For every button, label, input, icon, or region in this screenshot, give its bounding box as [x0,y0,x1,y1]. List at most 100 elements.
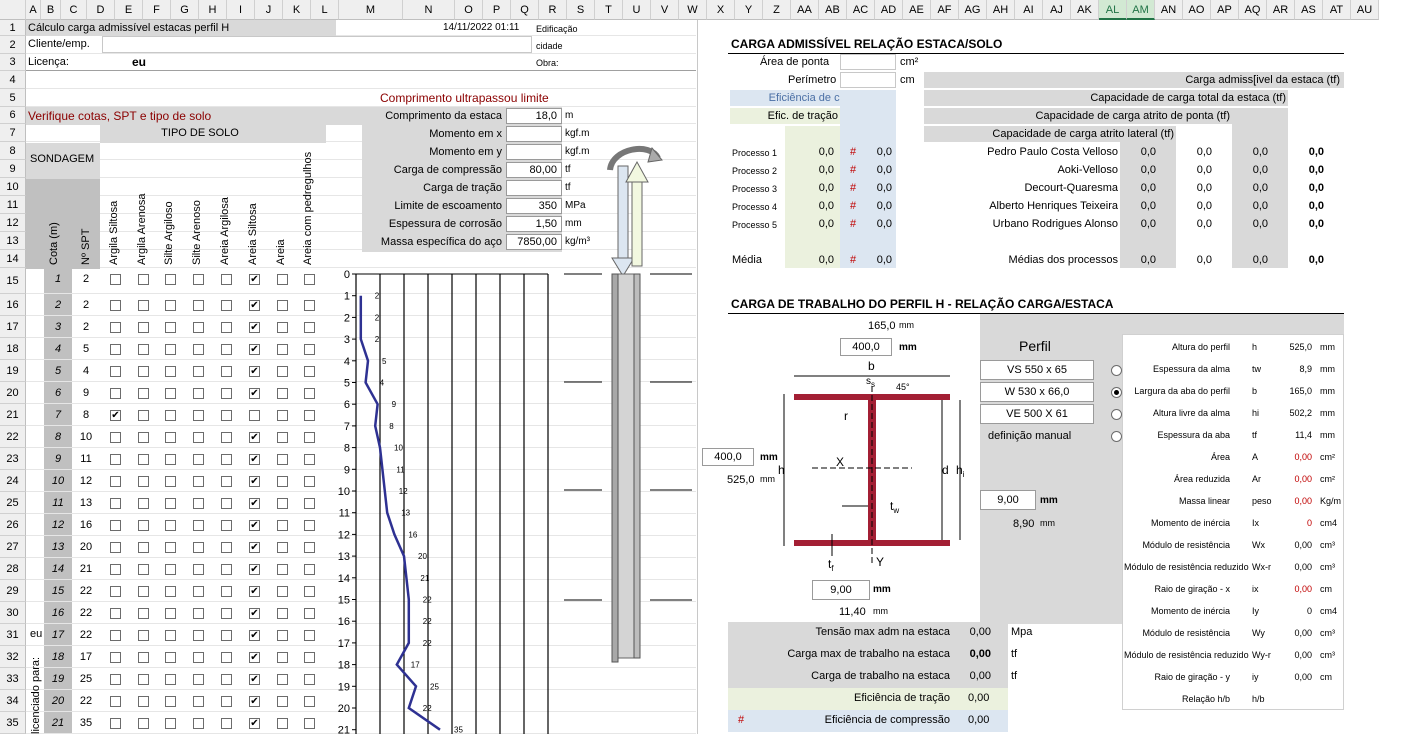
soil-checkbox[interactable] [193,608,204,619]
column-header-k[interactable]: K [283,0,311,20]
soil-checkbox[interactable] [277,674,288,685]
soil-checkbox[interactable] [221,300,232,311]
column-header-ao[interactable]: AO [1183,0,1211,20]
row-header-20[interactable]: 20 [0,382,26,404]
column-header-y[interactable]: Y [735,0,763,20]
soil-checkbox[interactable] [304,476,315,487]
soil-checkbox[interactable] [277,366,288,377]
soil-checkbox[interactable] [304,366,315,377]
soil-checkbox[interactable] [221,542,232,553]
row-header-25[interactable]: 25 [0,492,26,514]
soil-checkbox[interactable]: ✔ [249,608,260,619]
soil-checkbox[interactable] [165,520,176,531]
column-header-n[interactable]: N [403,0,455,20]
soil-checkbox[interactable] [110,366,121,377]
column-header-as[interactable]: AS [1295,0,1323,20]
soil-checkbox[interactable] [193,388,204,399]
soil-checkbox[interactable]: ✔ [249,344,260,355]
column-header-z[interactable]: Z [763,0,791,20]
column-header-l[interactable]: L [311,0,339,20]
column-header-ah[interactable]: AH [987,0,1015,20]
row-header-7[interactable]: 7 [0,124,26,142]
soil-checkbox[interactable] [193,344,204,355]
perfil-radio[interactable] [1111,409,1122,420]
row-header-18[interactable]: 18 [0,338,26,360]
soil-checkbox[interactable] [193,476,204,487]
soil-checkbox[interactable] [138,344,149,355]
tf-input[interactable]: 9,00 [812,580,870,600]
soil-checkbox[interactable] [277,564,288,575]
soil-checkbox[interactable]: ✔ [249,322,260,333]
soil-checkbox[interactable] [277,410,288,421]
column-header-c[interactable]: C [61,0,87,20]
soil-checkbox[interactable] [110,674,121,685]
soil-checkbox[interactable] [138,366,149,377]
soil-checkbox[interactable] [304,564,315,575]
soil-checkbox[interactable] [110,564,121,575]
row-header-11[interactable]: 11 [0,196,26,214]
row-header-35[interactable]: 35 [0,712,26,734]
soil-checkbox[interactable]: ✔ [249,586,260,597]
row-header-14[interactable]: 14 [0,250,26,268]
soil-checkbox[interactable] [304,586,315,597]
soil-checkbox[interactable] [221,322,232,333]
perfil-option[interactable]: W 530 x 66,0 [980,382,1094,402]
soil-checkbox[interactable] [165,344,176,355]
soil-checkbox[interactable]: ✔ [249,274,260,285]
soil-checkbox[interactable]: ✔ [249,300,260,311]
soil-checkbox[interactable] [304,498,315,509]
column-header-au[interactable]: AU [1351,0,1379,20]
soil-checkbox[interactable] [304,344,315,355]
soil-checkbox[interactable]: ✔ [249,652,260,663]
soil-checkbox[interactable] [304,410,315,421]
soil-checkbox[interactable]: ✔ [249,696,260,707]
row-header-24[interactable]: 24 [0,470,26,492]
soil-checkbox[interactable] [277,322,288,333]
soil-checkbox[interactable] [193,432,204,443]
param-input[interactable] [506,126,562,142]
soil-checkbox[interactable] [138,542,149,553]
row-header-13[interactable]: 13 [0,232,26,250]
column-header-o[interactable]: O [455,0,483,20]
param-input[interactable]: 1,50 [506,216,562,232]
soil-checkbox[interactable] [193,674,204,685]
soil-checkbox[interactable] [221,476,232,487]
soil-checkbox[interactable]: ✔ [249,498,260,509]
param-input[interactable]: 350 [506,198,562,214]
column-header-r[interactable]: R [539,0,567,20]
soil-checkbox[interactable] [193,718,204,729]
param-input[interactable]: 80,00 [506,162,562,178]
column-header-i[interactable]: I [227,0,255,20]
soil-checkbox[interactable]: ✔ [249,630,260,641]
column-header-ae[interactable]: AE [903,0,931,20]
row-header-30[interactable]: 30 [0,602,26,624]
soil-checkbox[interactable] [138,586,149,597]
column-header-ac[interactable]: AC [847,0,875,20]
soil-checkbox[interactable] [110,388,121,399]
soil-checkbox[interactable] [304,432,315,443]
soil-checkbox[interactable] [193,410,204,421]
row-header-12[interactable]: 12 [0,214,26,232]
row-header-22[interactable]: 22 [0,426,26,448]
soil-checkbox[interactable] [304,274,315,285]
tw-input[interactable]: 9,00 [980,490,1036,510]
soil-checkbox[interactable] [221,432,232,443]
soil-checkbox[interactable] [193,274,204,285]
soil-checkbox[interactable] [165,630,176,641]
column-header-ar[interactable]: AR [1267,0,1295,20]
soil-checkbox[interactable] [193,542,204,553]
soil-checkbox[interactable] [110,300,121,311]
column-header-j[interactable]: J [255,0,283,20]
soil-checkbox[interactable] [277,432,288,443]
soil-checkbox[interactable] [138,274,149,285]
column-header-b[interactable]: B [41,0,61,20]
soil-checkbox[interactable] [138,630,149,641]
soil-checkbox[interactable] [165,410,176,421]
soil-checkbox[interactable] [221,674,232,685]
soil-checkbox[interactable]: ✔ [249,454,260,465]
soil-checkbox[interactable] [304,718,315,729]
soil-checkbox[interactable] [110,322,121,333]
column-header-f[interactable]: F [143,0,171,20]
soil-checkbox[interactable]: ✔ [249,564,260,575]
soil-checkbox[interactable] [193,300,204,311]
